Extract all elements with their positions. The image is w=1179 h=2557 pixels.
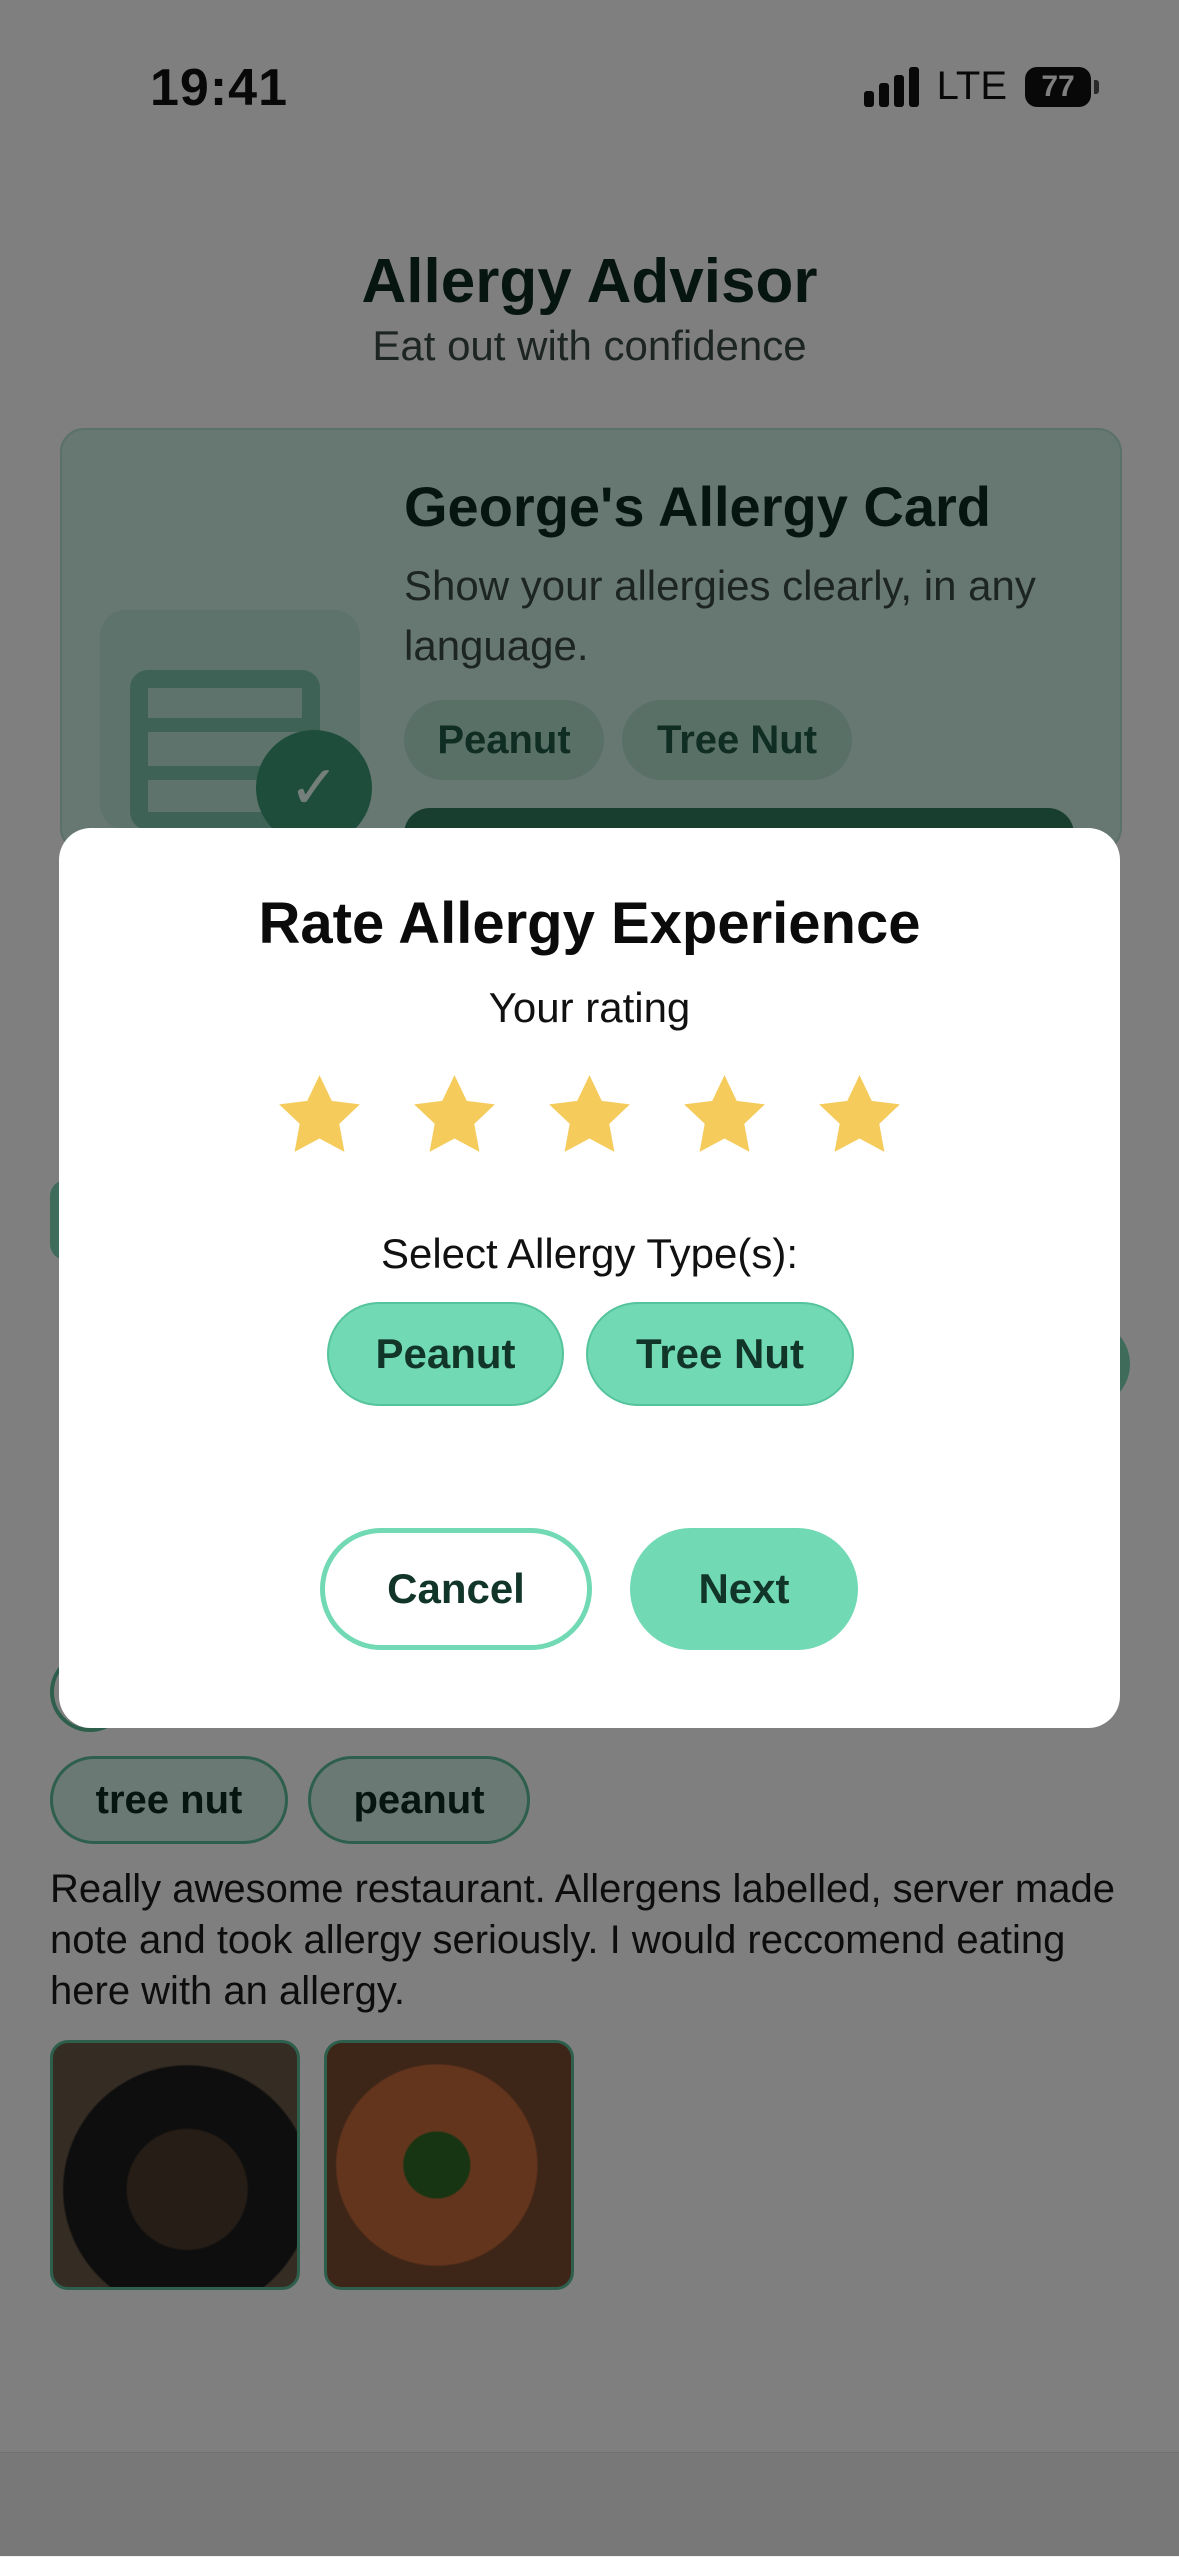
- star-icon[interactable]: [407, 1068, 502, 1163]
- cancel-button[interactable]: Cancel: [320, 1528, 592, 1650]
- star-icon[interactable]: [812, 1068, 907, 1163]
- allergy-type-tree-nut[interactable]: Tree Nut: [586, 1302, 854, 1406]
- modal-title: Rate Allergy Experience: [258, 891, 921, 956]
- star-icon[interactable]: [272, 1068, 367, 1163]
- star-rating[interactable]: [59, 1068, 1120, 1163]
- next-button[interactable]: Next: [630, 1528, 858, 1650]
- star-icon[interactable]: [542, 1068, 637, 1163]
- star-icon[interactable]: [677, 1068, 772, 1163]
- allergy-type-peanut[interactable]: Peanut: [327, 1302, 564, 1406]
- rating-label: Your rating: [488, 984, 691, 1031]
- rate-experience-modal: Rate Allergy Experience Your rating Sele…: [59, 828, 1120, 1728]
- allergy-types-label: Select Allergy Type(s):: [380, 1230, 799, 1277]
